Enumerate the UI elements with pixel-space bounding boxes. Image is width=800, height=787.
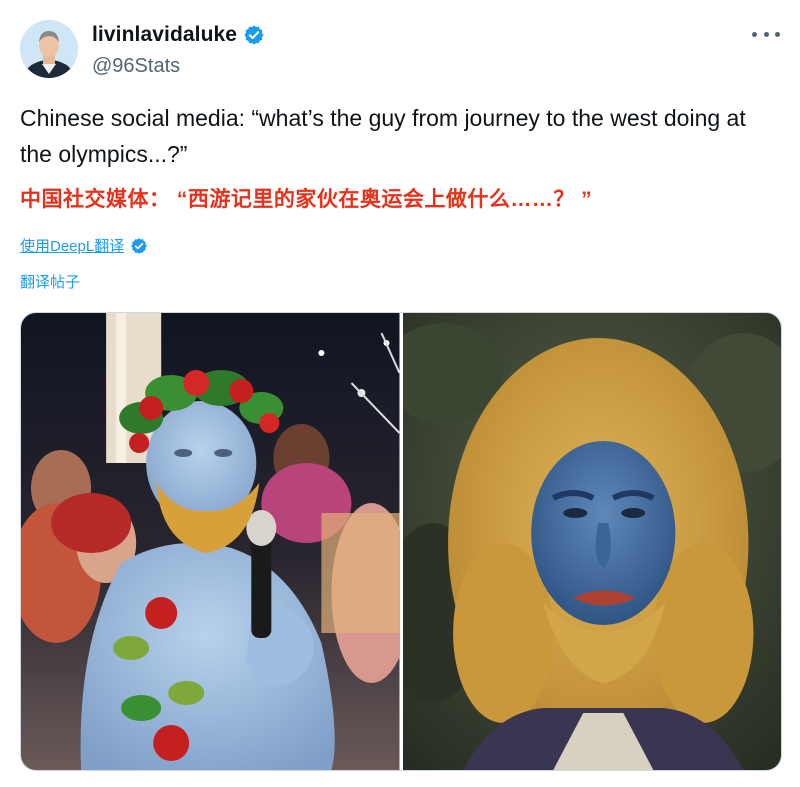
translated-text: 中国社交媒体： “西游记里的家伙在奥运会上做什么……？ ”	[20, 188, 593, 211]
deepl-translate-row: 使用DeepL翻译	[20, 235, 148, 256]
media-grid	[20, 312, 782, 771]
olympics-performer-photo[interactable]	[21, 313, 400, 770]
deepl-icon	[130, 237, 148, 255]
deepl-translate-link[interactable]: 使用DeepL翻译	[20, 235, 124, 256]
journey-to-the-west-character-photo[interactable]	[402, 313, 781, 770]
display-name[interactable]: livinlavidaluke	[92, 23, 237, 47]
more-options-icon[interactable]	[752, 24, 780, 44]
translate-post-link[interactable]: 翻译帖子	[20, 271, 80, 292]
handle[interactable]: @96Stats	[92, 55, 180, 78]
verified-badge-icon	[243, 24, 265, 46]
tweet-text: Chinese social media: “what’s the guy fr…	[20, 105, 746, 167]
avatar[interactable]	[20, 20, 78, 78]
tweet-card: livinlavidaluke @96Stats Chinese social …	[0, 0, 800, 787]
author-row: livinlavidaluke	[92, 23, 265, 47]
